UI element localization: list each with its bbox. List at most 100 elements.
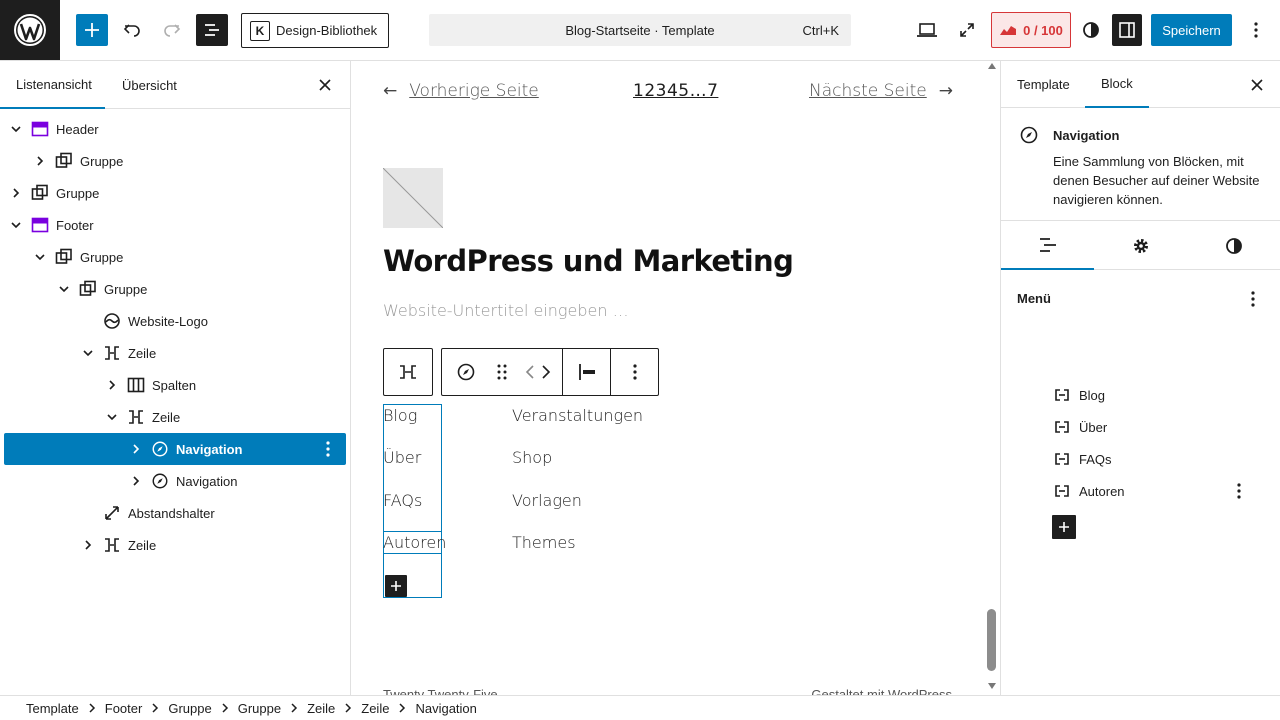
chevron-right-icon[interactable] — [80, 537, 96, 553]
nav-link-faqs[interactable]: FAQs — [383, 491, 422, 510]
list-view-item[interactable]: Footer — [4, 209, 346, 241]
site-title[interactable]: WordPress und Marketing — [383, 244, 794, 278]
wordpress-logo-button[interactable] — [0, 0, 60, 60]
scroll-thumb[interactable] — [987, 609, 996, 671]
site-tagline-input[interactable]: Website-Untertitel eingeben … — [383, 301, 629, 320]
breadcrumb-item[interactable]: Footer — [105, 701, 143, 716]
menu-item[interactable]: Autoren — [1053, 479, 1125, 503]
list-view-item[interactable]: Gruppe — [4, 177, 346, 209]
list-view-item[interactable]: Zeile — [4, 401, 346, 433]
site-logo-placeholder[interactable] — [383, 168, 443, 228]
list-view-item[interactable]: Navigation — [4, 465, 346, 497]
chevron-down-icon[interactable] — [56, 281, 72, 297]
close-list-view-button[interactable] — [313, 73, 337, 97]
justify-button[interactable] — [562, 349, 610, 395]
chevron-down-icon[interactable] — [32, 249, 48, 265]
list-view-item[interactable]: Website-Logo — [4, 305, 346, 337]
query-pagination: ← Vorherige Seite 12345…7 Nächste Seite … — [383, 81, 953, 105]
list-view-item[interactable]: Gruppe — [4, 145, 346, 177]
tab-template[interactable]: Template — [1001, 61, 1086, 108]
nav-add-item-button[interactable] — [385, 575, 407, 597]
scroll-down-arrow-icon[interactable] — [988, 683, 996, 689]
redo-button[interactable] — [156, 14, 188, 46]
design-library-button[interactable]: K Design-Bibliothek — [241, 13, 389, 48]
list-view-item-label: Gruppe — [104, 281, 148, 297]
footer-site-name: Twenty Twenty-Five — [383, 687, 498, 695]
tab-styles[interactable] — [1187, 222, 1280, 270]
breadcrumb-item[interactable]: Gruppe — [168, 701, 211, 716]
breadcrumb-item[interactable]: Template — [26, 701, 79, 716]
scroll-up-arrow-icon[interactable] — [988, 63, 996, 69]
list-view-item[interactable]: Navigation — [4, 433, 346, 465]
custom-link-icon — [1055, 453, 1069, 465]
preview-device-button[interactable] — [911, 14, 943, 46]
block-card-description: Eine Sammlung von Blöcken, mit denen Bes… — [1053, 154, 1260, 207]
block-options-button[interactable] — [610, 349, 658, 395]
breadcrumb-item[interactable]: Zeile — [361, 701, 389, 716]
chevron-right-icon[interactable] — [32, 153, 48, 169]
nav-link-ueber[interactable]: Über — [383, 448, 421, 467]
block-type-button[interactable] — [442, 349, 490, 395]
chevron-down-icon[interactable] — [8, 217, 24, 233]
pagination-previous-link[interactable]: ← Vorherige Seite — [383, 81, 539, 101]
chevron-down-icon[interactable] — [8, 121, 24, 137]
tab-settings[interactable] — [1094, 222, 1187, 270]
menu-item[interactable]: Über — [1053, 415, 1107, 439]
list-view-item[interactable]: Zeile — [4, 529, 346, 561]
chevron-down-icon[interactable] — [80, 345, 96, 361]
nav-link-veranstaltungen[interactable]: Veranstaltungen — [512, 406, 643, 425]
list-view-item[interactable]: Gruppe — [4, 241, 346, 273]
menu-add-item-button[interactable] — [1052, 515, 1076, 539]
list-view-item-options-button[interactable] — [316, 437, 340, 461]
tab-list-view[interactable]: Listenansicht — [0, 61, 105, 109]
chevron-right-icon[interactable] — [128, 473, 144, 489]
nav-link-autoren[interactable]: Autoren — [383, 533, 446, 552]
chevron-down-icon[interactable] — [104, 409, 120, 425]
nav-link-vorlagen[interactable]: Vorlagen — [512, 491, 582, 510]
command-palette-bar[interactable]: Blog-Startseite · Template Ctrl+K — [429, 14, 851, 46]
document-overview-button[interactable] — [196, 14, 228, 46]
close-sidebar-button[interactable] — [1245, 73, 1269, 97]
list-view-item[interactable]: Abstandshalter — [4, 497, 346, 529]
pagination-numbers[interactable]: 12345…7 — [633, 81, 718, 101]
editor-canvas[interactable]: ← Vorherige Seite 12345…7 Nächste Seite … — [351, 61, 1000, 695]
options-menu-button[interactable] — [1240, 14, 1272, 46]
chevron-right-icon[interactable] — [128, 441, 144, 457]
nav-link-shop[interactable]: Shop — [512, 448, 552, 467]
move-left-right-button[interactable] — [514, 349, 562, 395]
menu-item[interactable]: Blog — [1053, 383, 1105, 407]
select-parent-row-button[interactable] — [384, 349, 432, 395]
tab-list-settings[interactable] — [1001, 222, 1094, 270]
canvas-scrollbar[interactable] — [986, 61, 998, 695]
save-button[interactable]: Speichern — [1151, 14, 1232, 46]
nav-link-blog[interactable]: Blog — [383, 406, 417, 425]
drag-handle[interactable] — [490, 349, 514, 395]
menu-item[interactable]: FAQs — [1053, 447, 1112, 471]
breadcrumb-item[interactable]: Gruppe — [238, 701, 281, 716]
block-card-title: Navigation — [1053, 128, 1120, 143]
chevron-right-icon[interactable] — [104, 377, 120, 393]
seo-score-button[interactable]: 0 / 100 — [991, 12, 1071, 48]
tab-outline[interactable]: Übersicht — [105, 61, 194, 109]
list-view-item[interactable]: Zeile — [4, 337, 346, 369]
list-view-item[interactable]: Gruppe — [4, 273, 346, 305]
nav-link-themes[interactable]: Themes — [512, 533, 576, 552]
block-inserter-button[interactable] — [76, 14, 108, 46]
list-view-item[interactable]: Spalten — [4, 369, 346, 401]
list-view-item[interactable]: Header — [4, 113, 346, 145]
menu-options-button[interactable] — [1241, 287, 1265, 311]
fullscreen-button[interactable] — [951, 14, 983, 46]
breadcrumb-item[interactable]: Navigation — [415, 701, 476, 716]
arrow-left-icon: ← — [383, 81, 398, 101]
styles-button[interactable] — [1078, 14, 1104, 46]
tab-block[interactable]: Block — [1085, 61, 1149, 108]
plus-icon — [391, 581, 401, 591]
breadcrumb-item[interactable]: Zeile — [307, 701, 335, 716]
pagination-next-link[interactable]: Nächste Seite → — [809, 81, 953, 101]
kadence-icon: K — [250, 20, 270, 41]
spacer-icon — [102, 503, 122, 523]
chevron-right-icon[interactable] — [8, 185, 24, 201]
menu-item-options-button[interactable] — [1227, 479, 1251, 503]
undo-button[interactable] — [116, 14, 148, 46]
settings-sidebar-toggle[interactable] — [1112, 14, 1142, 46]
